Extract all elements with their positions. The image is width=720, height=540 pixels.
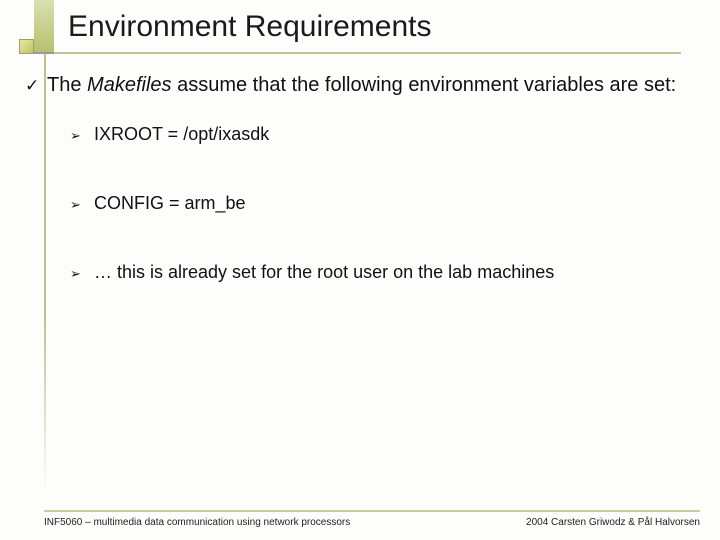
list-item: ➢ … this is already set for the root use…: [70, 262, 690, 283]
intro-italic: Makefiles: [87, 74, 171, 96]
list-item: ➢ IXROOT = /opt/ixasdk: [70, 124, 690, 145]
header-accent-bar: [34, 0, 54, 54]
footer-left: INF5060 – multimedia data communication …: [44, 517, 350, 528]
slide-title: Environment Requirements: [68, 10, 432, 44]
header-accent-square: [19, 39, 34, 54]
item-text: IXROOT = /opt/ixasdk: [94, 124, 690, 145]
arrow-icon: ➢: [70, 193, 94, 213]
intro-post: assume that the following environment va…: [172, 74, 677, 96]
list-item: ➢ CONFIG = arm_be: [70, 193, 690, 214]
slide-footer: INF5060 – multimedia data communication …: [44, 510, 700, 528]
intro-line: ✓ The Makefiles assume that the followin…: [25, 72, 690, 98]
item-text: CONFIG = arm_be: [94, 193, 690, 214]
arrow-icon: ➢: [70, 124, 94, 144]
check-icon: ✓: [25, 72, 47, 97]
header-underline: [54, 52, 681, 54]
item-text: … this is already set for the root user …: [94, 262, 690, 283]
footer-right: 2004 Carsten Griwodz & Pål Halvorsen: [526, 517, 700, 528]
arrow-icon: ➢: [70, 262, 94, 282]
intro-pre: The: [47, 74, 87, 96]
slide-body: ✓ The Makefiles assume that the followin…: [25, 72, 690, 283]
intro-text: The Makefiles assume that the following …: [47, 72, 690, 98]
